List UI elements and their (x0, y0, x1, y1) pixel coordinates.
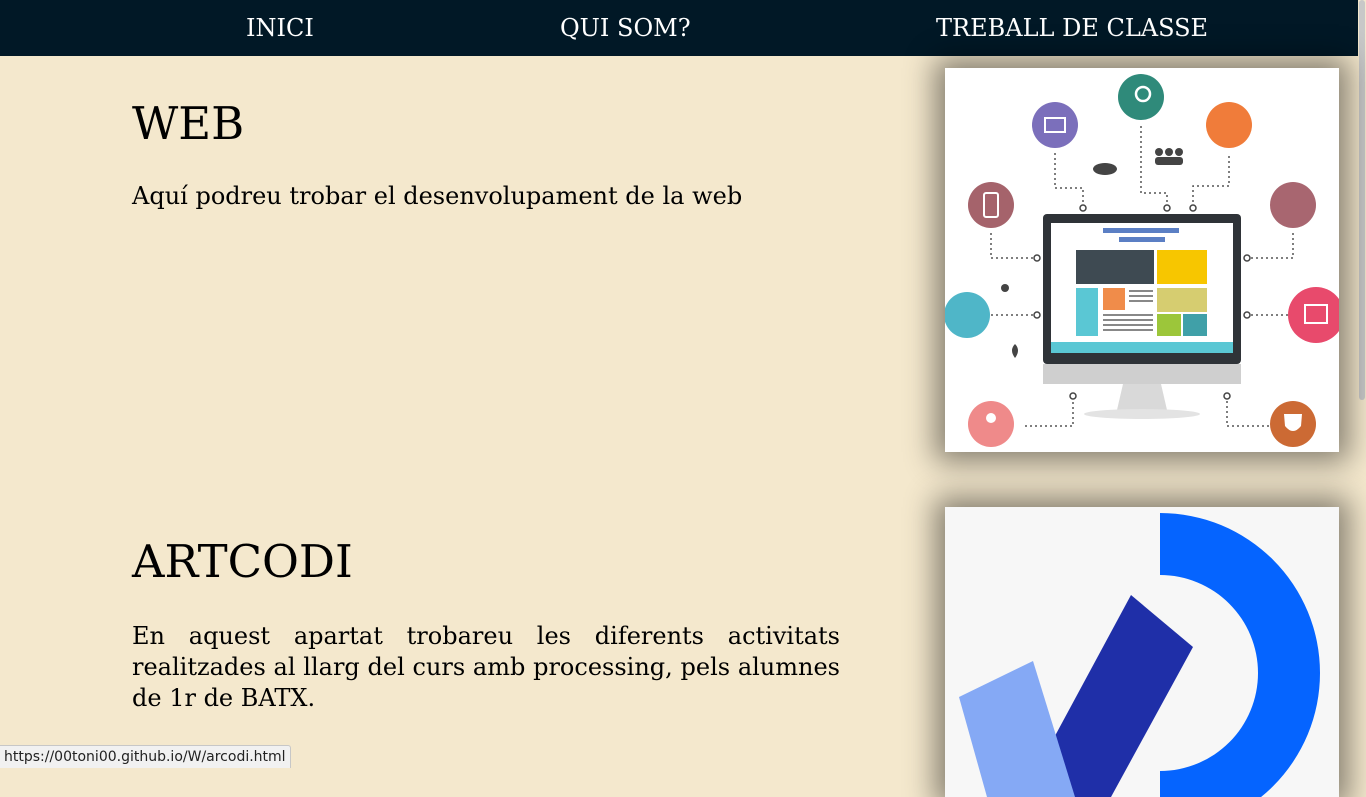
section-text-artcodi: En aquest apartat trobareu les diferents… (132, 622, 840, 712)
section-text-web: Aquí podreu trobar el desenvolupament de… (132, 182, 743, 210)
nav-link-qui-som[interactable]: QUI SOM? (560, 0, 691, 56)
nav-link-inici[interactable]: INICI (246, 0, 314, 56)
status-bar-url: https://00toni00.github.io/W/arcodi.html (0, 745, 291, 768)
scrollbar-thumb[interactable] (1359, 0, 1365, 400)
web-development-illustration-icon (945, 68, 1339, 452)
section-title-artcodi: ARTCODI (132, 535, 353, 588)
web-development-image (945, 68, 1339, 452)
section-title-web: WEB (132, 97, 245, 150)
processing-logo-image (945, 507, 1339, 797)
section-web: WEB Aquí podreu trobar el desenvolupamen… (132, 98, 840, 212)
top-navigation: INICI QUI SOM? TREBALL DE CLASSE (0, 0, 1366, 56)
page-scrollbar[interactable] (1358, 0, 1366, 768)
nav-link-treball-de-classe[interactable]: TREBALL DE CLASSE (936, 0, 1208, 56)
section-artcodi: ARTCODI En aquest apartat trobareu les d… (132, 536, 840, 714)
processing-logo-icon (945, 507, 1339, 797)
